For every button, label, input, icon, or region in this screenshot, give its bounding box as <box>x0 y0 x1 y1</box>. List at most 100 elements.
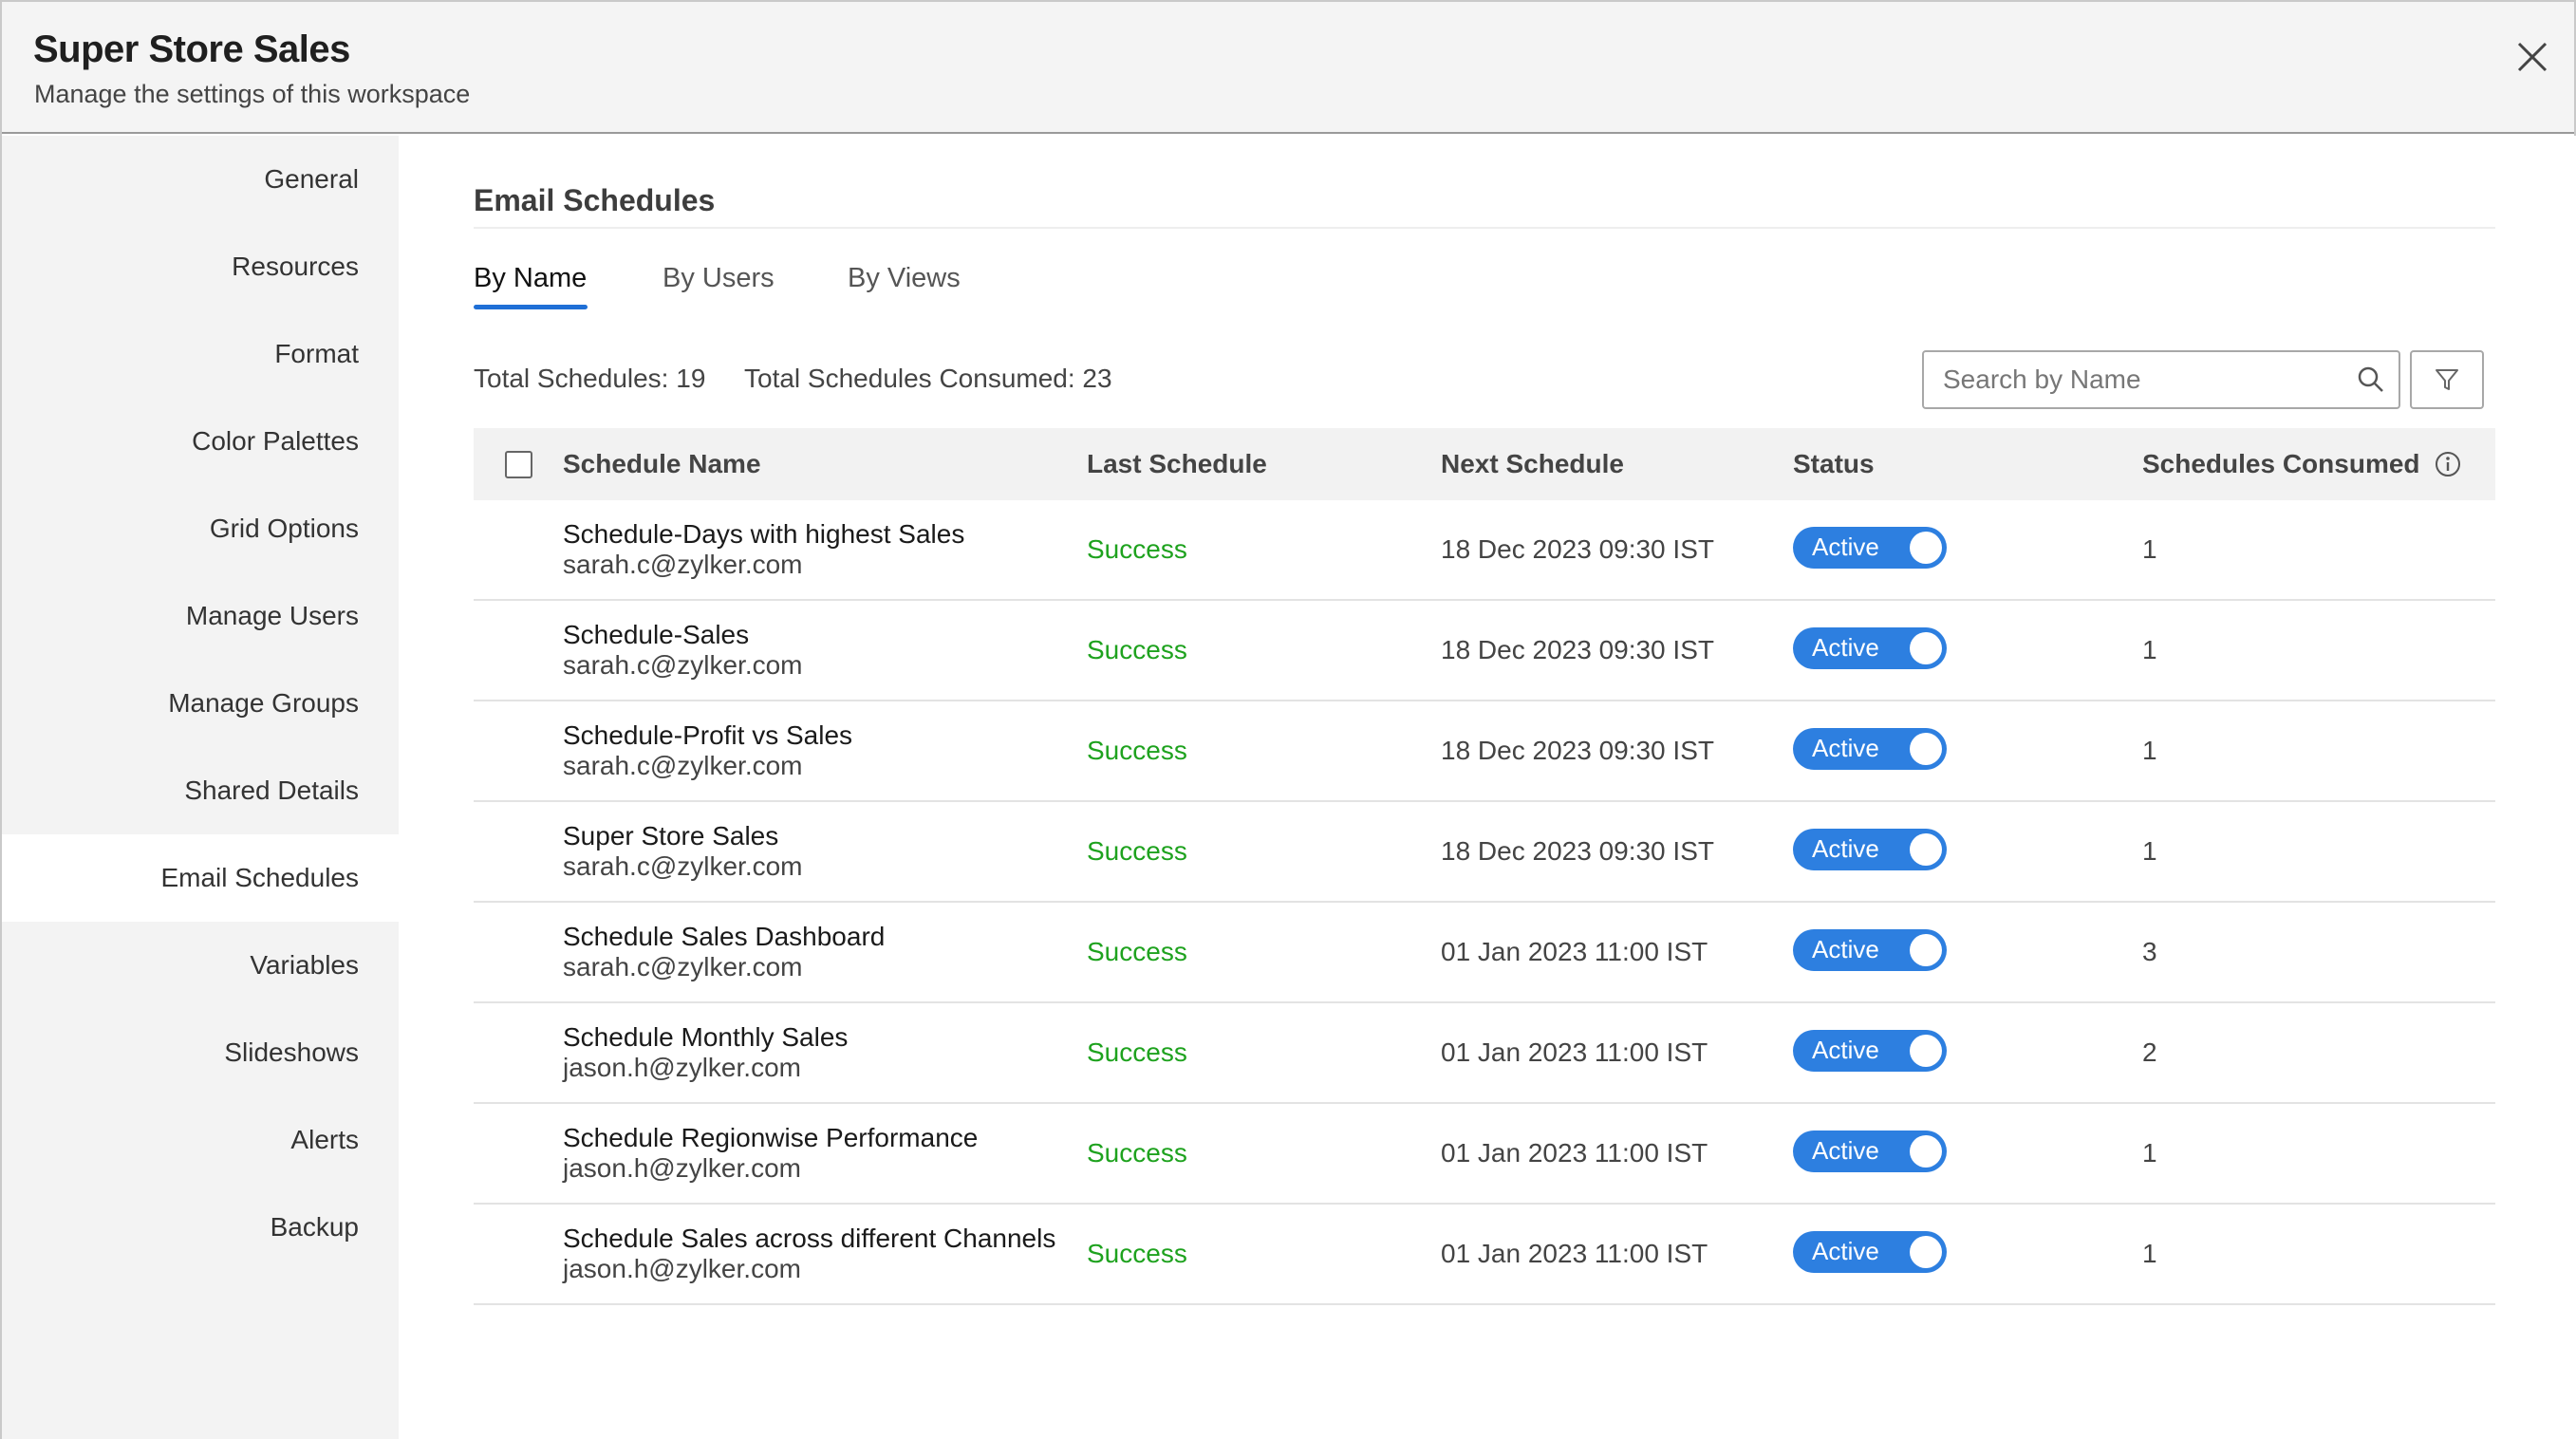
tab-by-name[interactable]: By Name <box>474 263 587 294</box>
column-header-schedule-name[interactable]: Schedule Name <box>563 428 761 500</box>
column-header-label: Schedules Consumed <box>2142 449 2420 478</box>
toggle-knob <box>1910 833 1942 866</box>
status-toggle[interactable]: Active <box>1793 929 1947 971</box>
schedule-name[interactable]: Schedule Monthly Sales <box>563 1022 848 1053</box>
schedule-name[interactable]: Schedule Regionwise Performance <box>563 1123 978 1153</box>
table-row[interactable]: Schedule Monthly Sales jason.h@zylker.co… <box>474 1003 2495 1104</box>
sidebar-item-backup[interactable]: Backup <box>2 1184 399 1271</box>
search-input[interactable] <box>1943 364 2357 395</box>
column-header-schedules-consumed[interactable]: Schedules Consumed <box>2142 428 2462 500</box>
sidebar-item-shared-details[interactable]: Shared Details <box>2 747 399 834</box>
sidebar-item-label: Shared Details <box>184 776 359 805</box>
next-schedule-time: 01 Jan 2023 11:00 IST <box>1441 937 1708 966</box>
sidebar-item-manage-groups[interactable]: Manage Groups <box>2 660 399 747</box>
schedule-name[interactable]: Schedule-Days with highest Sales <box>563 519 964 550</box>
close-button[interactable] <box>2511 36 2553 78</box>
next-schedule-time: 18 Dec 2023 09:30 IST <box>1441 635 1714 664</box>
total-schedules: Total Schedules: 19 <box>474 364 706 393</box>
sidebar-item-slideshows[interactable]: Slideshows <box>2 1009 399 1096</box>
schedule-name[interactable]: Schedule Sales across different Channels <box>563 1224 1055 1254</box>
table-row[interactable]: Schedule Regionwise Performance jason.h@… <box>474 1104 2495 1205</box>
last-schedule-status: Success <box>1087 1239 1187 1268</box>
column-header-next-schedule[interactable]: Next Schedule <box>1441 428 1624 500</box>
search-icon[interactable] <box>2357 365 2385 394</box>
status-toggle[interactable]: Active <box>1793 627 1947 669</box>
settings-dialog: Super Store Sales Manage the settings of… <box>0 0 2576 1439</box>
status-label: Active <box>1812 734 1879 762</box>
schedules-consumed: 1 <box>2142 635 2157 664</box>
schedule-owner-email: sarah.c@zylker.com <box>563 550 803 579</box>
status-label: Active <box>1812 1237 1879 1265</box>
sidebar-item-label: Grid Options <box>209 514 359 543</box>
close-icon <box>2517 42 2548 72</box>
schedule-owner-email: sarah.c@zylker.com <box>563 751 803 780</box>
schedules-consumed: 1 <box>2142 836 2157 866</box>
sidebar-item-format[interactable]: Format <box>2 310 399 398</box>
next-schedule-time: 01 Jan 2023 11:00 IST <box>1441 1037 1708 1067</box>
status-label: Active <box>1812 1136 1879 1165</box>
table-row[interactable]: Schedule Sales across different Channels… <box>474 1205 2495 1305</box>
status-toggle[interactable]: Active <box>1793 728 1947 770</box>
filter-button[interactable] <box>2410 350 2484 409</box>
column-header-status[interactable]: Status <box>1793 428 1875 500</box>
sidebar-item-label: Backup <box>270 1212 359 1242</box>
toggle-knob <box>1910 934 1942 966</box>
dialog-header: Super Store Sales Manage the settings of… <box>2 2 2574 134</box>
status-toggle[interactable]: Active <box>1793 1231 1947 1273</box>
schedule-owner-email: jason.h@zylker.com <box>563 1254 801 1283</box>
sidebar-item-label: General <box>264 164 359 194</box>
info-icon[interactable] <box>2434 450 2462 478</box>
toggle-knob <box>1910 733 1942 765</box>
sidebar-item-label: Slideshows <box>224 1037 359 1067</box>
schedules-consumed: 3 <box>2142 937 2157 966</box>
select-all-checkbox[interactable] <box>505 451 532 478</box>
sidebar-item-label: Alerts <box>290 1125 359 1154</box>
sidebar-item-email-schedules[interactable]: Email Schedules <box>2 834 399 922</box>
sidebar-item-grid-options[interactable]: Grid Options <box>2 485 399 572</box>
last-schedule-status: Success <box>1087 736 1187 765</box>
sidebar-item-label: Color Palettes <box>192 426 359 456</box>
schedule-owner-email: jason.h@zylker.com <box>563 1153 801 1183</box>
table-row[interactable]: Schedule-Days with highest Sales sarah.c… <box>474 500 2495 601</box>
column-header-last-schedule[interactable]: Last Schedule <box>1087 428 1267 500</box>
schedule-owner-email: sarah.c@zylker.com <box>563 952 803 981</box>
schedules-consumed: 2 <box>2142 1037 2157 1067</box>
toggle-knob <box>1910 632 1942 664</box>
tab-by-users[interactable]: By Users <box>663 263 775 294</box>
status-toggle[interactable]: Active <box>1793 1030 1947 1072</box>
schedule-name[interactable]: Schedule-Sales <box>563 620 749 650</box>
status-toggle[interactable]: Active <box>1793 1131 1947 1172</box>
toggle-knob <box>1910 532 1942 564</box>
next-schedule-time: 18 Dec 2023 09:30 IST <box>1441 534 1714 564</box>
table-row[interactable]: Schedule Sales Dashboard sarah.c@zylker.… <box>474 903 2495 1003</box>
toggle-knob <box>1910 1035 1942 1067</box>
sidebar-item-label: Resources <box>232 252 359 281</box>
schedule-name[interactable]: Schedule Sales Dashboard <box>563 922 885 952</box>
schedule-name[interactable]: Schedule-Profit vs Sales <box>563 720 852 751</box>
status-label: Active <box>1812 533 1879 561</box>
table-row[interactable]: Schedule-Profit vs Sales sarah.c@zylker.… <box>474 701 2495 802</box>
sidebar-item-resources[interactable]: Resources <box>2 223 399 310</box>
last-schedule-status: Success <box>1087 836 1187 866</box>
schedules-consumed: 1 <box>2142 534 2157 564</box>
section-title: Email Schedules <box>474 183 716 217</box>
status-toggle[interactable]: Active <box>1793 829 1947 870</box>
sidebar-item-label: Format <box>274 339 359 368</box>
last-schedule-status: Success <box>1087 1138 1187 1168</box>
workspace-title: Super Store Sales <box>33 28 350 70</box>
sidebar-item-alerts[interactable]: Alerts <box>2 1096 399 1184</box>
tab-by-views[interactable]: By Views <box>848 263 961 294</box>
table-header: Schedule Name Last Schedule Next Schedul… <box>474 428 2495 500</box>
sidebar-item-manage-users[interactable]: Manage Users <box>2 572 399 660</box>
table-row[interactable]: Schedule-Sales sarah.c@zylker.com Succes… <box>474 601 2495 701</box>
status-toggle[interactable]: Active <box>1793 527 1947 569</box>
sidebar-item-general[interactable]: General <box>2 136 399 223</box>
last-schedule-status: Success <box>1087 937 1187 966</box>
sidebar-item-color-palettes[interactable]: Color Palettes <box>2 398 399 485</box>
schedule-name[interactable]: Super Store Sales <box>563 821 778 851</box>
section-divider <box>474 227 2495 229</box>
next-schedule-time: 01 Jan 2023 11:00 IST <box>1441 1138 1708 1168</box>
sidebar-item-variables[interactable]: Variables <box>2 922 399 1009</box>
last-schedule-status: Success <box>1087 635 1187 664</box>
table-row[interactable]: Super Store Sales sarah.c@zylker.com Suc… <box>474 802 2495 903</box>
